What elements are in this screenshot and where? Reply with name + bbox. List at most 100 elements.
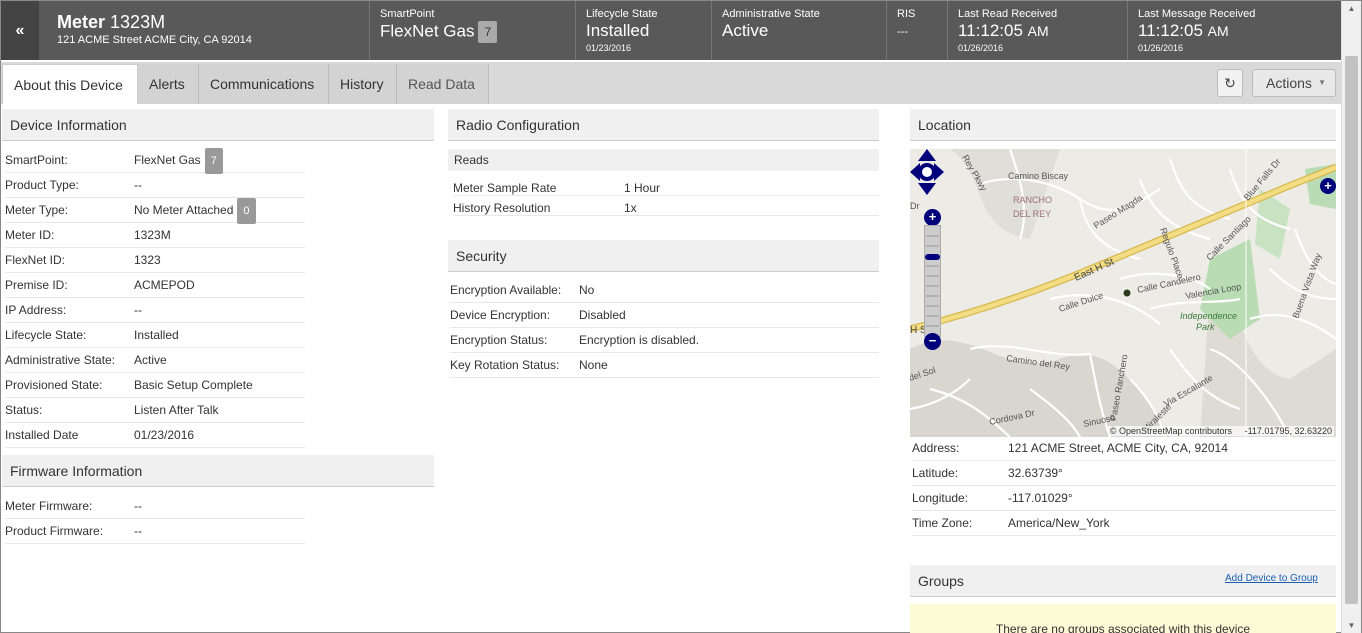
meter-title-block: Meter 1323M 121 ACME Street ACME City, C… bbox=[39, 1, 370, 60]
map-tiles: Camino Biscay RANCHO DEL REY East H St H… bbox=[910, 149, 1336, 437]
device-info-value: 1323 bbox=[134, 253, 161, 267]
pan-control-icon[interactable] bbox=[910, 149, 944, 195]
ris-block: RIS --- bbox=[887, 1, 948, 60]
firmware-label: Meter Firmware: bbox=[5, 499, 93, 513]
location-label: Longitude: bbox=[912, 491, 969, 505]
firmware-row: Product Firmware: -- bbox=[5, 519, 305, 544]
device-info-value: -- bbox=[134, 303, 142, 317]
admin-state-block: Administrative State Active bbox=[712, 1, 887, 60]
map-label: Camino Biscay bbox=[1008, 171, 1069, 181]
device-info-value: 01/23/2016 bbox=[134, 428, 195, 442]
device-info-label: Administrative State: bbox=[5, 353, 116, 367]
layer-switcher-button[interactable]: + bbox=[1320, 178, 1336, 194]
device-info-label: Provisioned State: bbox=[5, 378, 103, 392]
device-info-label: FlexNet ID: bbox=[5, 253, 66, 267]
firmware-value: -- bbox=[134, 499, 142, 513]
map-label: Buena Vista Way bbox=[1290, 251, 1323, 319]
security-label: Encryption Available: bbox=[450, 283, 562, 297]
attribution-text: © OpenStreetMap contributors bbox=[1109, 426, 1233, 436]
scroll-down-icon[interactable]: ▼ bbox=[1342, 618, 1361, 633]
meter-address: 121 ACME Street ACME City, CA 92014 bbox=[57, 34, 252, 46]
last-message-date: 01/26/2016 bbox=[1138, 43, 1184, 53]
last-read-time: 11:12:05 bbox=[958, 21, 1023, 40]
device-info-value: Basic Setup Complete bbox=[134, 378, 253, 392]
zoom-slider[interactable] bbox=[924, 225, 941, 337]
device-info-row: Lifecycle State: Installed bbox=[5, 323, 305, 348]
smartpoint-label: SmartPoint bbox=[380, 8, 435, 20]
zoom-in-button[interactable]: + bbox=[924, 209, 941, 226]
device-header: « Meter 1323M 121 ACME Street ACME City,… bbox=[1, 1, 1341, 60]
page-scrollbar[interactable]: ▲ ▼ bbox=[1341, 1, 1361, 633]
device-location-marker[interactable] bbox=[1123, 289, 1131, 297]
collapse-back-button[interactable]: « bbox=[1, 1, 39, 60]
location-value: 121 ACME Street, ACME City, CA, 92014 bbox=[1008, 441, 1228, 455]
smartpoint-value: FlexNet Gas bbox=[380, 21, 475, 41]
security-row: Device Encryption: Disabled bbox=[450, 303, 879, 328]
scroll-thumb[interactable] bbox=[1345, 56, 1358, 604]
last-read-date: 01/26/2016 bbox=[958, 43, 1004, 53]
add-device-to-group-link[interactable]: Add Device to Group bbox=[1225, 573, 1318, 584]
radio-value: 1x bbox=[624, 201, 637, 215]
device-info-label: Status: bbox=[5, 403, 43, 417]
location-row: Latitude: 32.63739° bbox=[912, 461, 1336, 486]
smartpoint-block: SmartPoint FlexNet Gas 7 bbox=[370, 1, 576, 60]
tab-read-data[interactable]: Read Data bbox=[397, 64, 489, 104]
tab-history[interactable]: History bbox=[329, 64, 397, 104]
last-message-time: 11:12:05 bbox=[1138, 21, 1203, 40]
location-value: America/New_York bbox=[1008, 516, 1110, 530]
meter-title: Meter 1323M bbox=[57, 11, 359, 33]
device-info-badge: 0 bbox=[237, 198, 256, 224]
device-info-row: FlexNet ID: 1323 bbox=[5, 248, 305, 273]
device-info-value: Installed bbox=[134, 328, 179, 342]
device-info-row: Administrative State: Active bbox=[5, 348, 305, 373]
chevron-down-icon: ▼ bbox=[1318, 78, 1326, 87]
device-info-label: Meter ID: bbox=[5, 228, 55, 242]
radio-row: History Resolution 1x bbox=[453, 196, 879, 216]
security-value: None bbox=[579, 358, 608, 372]
admin-state-label: Administrative State bbox=[722, 8, 820, 20]
location-header: Location bbox=[910, 109, 1336, 141]
device-info-value: ACMEPOD bbox=[134, 278, 195, 292]
location-label: Latitude: bbox=[912, 466, 959, 480]
location-value: 32.63739° bbox=[1008, 466, 1063, 480]
tab-communications[interactable]: Communications bbox=[199, 64, 329, 104]
refresh-icon: ↻ bbox=[1224, 75, 1236, 91]
device-info-value: No Meter Attached 0 bbox=[134, 198, 256, 224]
map-label: DEL REY bbox=[1013, 209, 1051, 219]
security-header: Security bbox=[448, 240, 879, 272]
device-info-label: SmartPoint: bbox=[5, 153, 68, 167]
zoom-out-button[interactable]: − bbox=[924, 333, 941, 350]
refresh-button[interactable]: ↻ bbox=[1217, 69, 1243, 97]
device-info-value: 1323M bbox=[134, 228, 171, 242]
scroll-up-icon[interactable]: ▲ bbox=[1342, 1, 1361, 17]
security-value: Encryption is disabled. bbox=[579, 333, 700, 347]
location-map[interactable]: Camino Biscay RANCHO DEL REY East H St H… bbox=[910, 149, 1336, 437]
device-info-label: Installed Date bbox=[5, 428, 79, 442]
security-label: Encryption Status: bbox=[450, 333, 548, 347]
last-message-label: Last Message Received bbox=[1138, 8, 1256, 20]
device-info-label: Meter Type: bbox=[5, 203, 69, 217]
ris-value: --- bbox=[897, 26, 908, 38]
tab-about-this-device[interactable]: About this Device bbox=[2, 64, 138, 104]
ris-label: RIS bbox=[897, 8, 916, 20]
device-info-label: Product Type: bbox=[5, 178, 79, 192]
firmware-information-header: Firmware Information bbox=[2, 455, 434, 487]
security-label: Device Encryption: bbox=[450, 308, 551, 322]
map-label: RANCHO bbox=[1013, 195, 1052, 205]
last-read-label: Last Read Received bbox=[958, 8, 1058, 20]
security-label: Key Rotation Status: bbox=[450, 358, 560, 372]
map-attribution: © OpenStreetMap contributors -117.01795,… bbox=[1107, 426, 1334, 436]
security-value: No bbox=[579, 283, 595, 297]
device-info-row: SmartPoint: FlexNet Gas 7 bbox=[5, 148, 305, 174]
device-info-value: FlexNet Gas 7 bbox=[134, 148, 223, 174]
meter-id: 1323M bbox=[110, 12, 166, 32]
actions-dropdown[interactable]: Actions ▼ bbox=[1252, 69, 1336, 97]
meter-prefix: Meter bbox=[57, 12, 106, 32]
security-row: Key Rotation Status: None bbox=[450, 353, 879, 378]
device-info-row: Meter Type: No Meter Attached 0 bbox=[5, 198, 305, 224]
lifecycle-block: Lifecycle State Installed 01/23/2016 bbox=[576, 1, 712, 60]
map-label: East H St bbox=[1073, 256, 1116, 283]
tab-alerts[interactable]: Alerts bbox=[138, 64, 199, 104]
firmware-value: -- bbox=[134, 524, 142, 538]
device-info-row: Product Type: -- bbox=[5, 173, 305, 198]
